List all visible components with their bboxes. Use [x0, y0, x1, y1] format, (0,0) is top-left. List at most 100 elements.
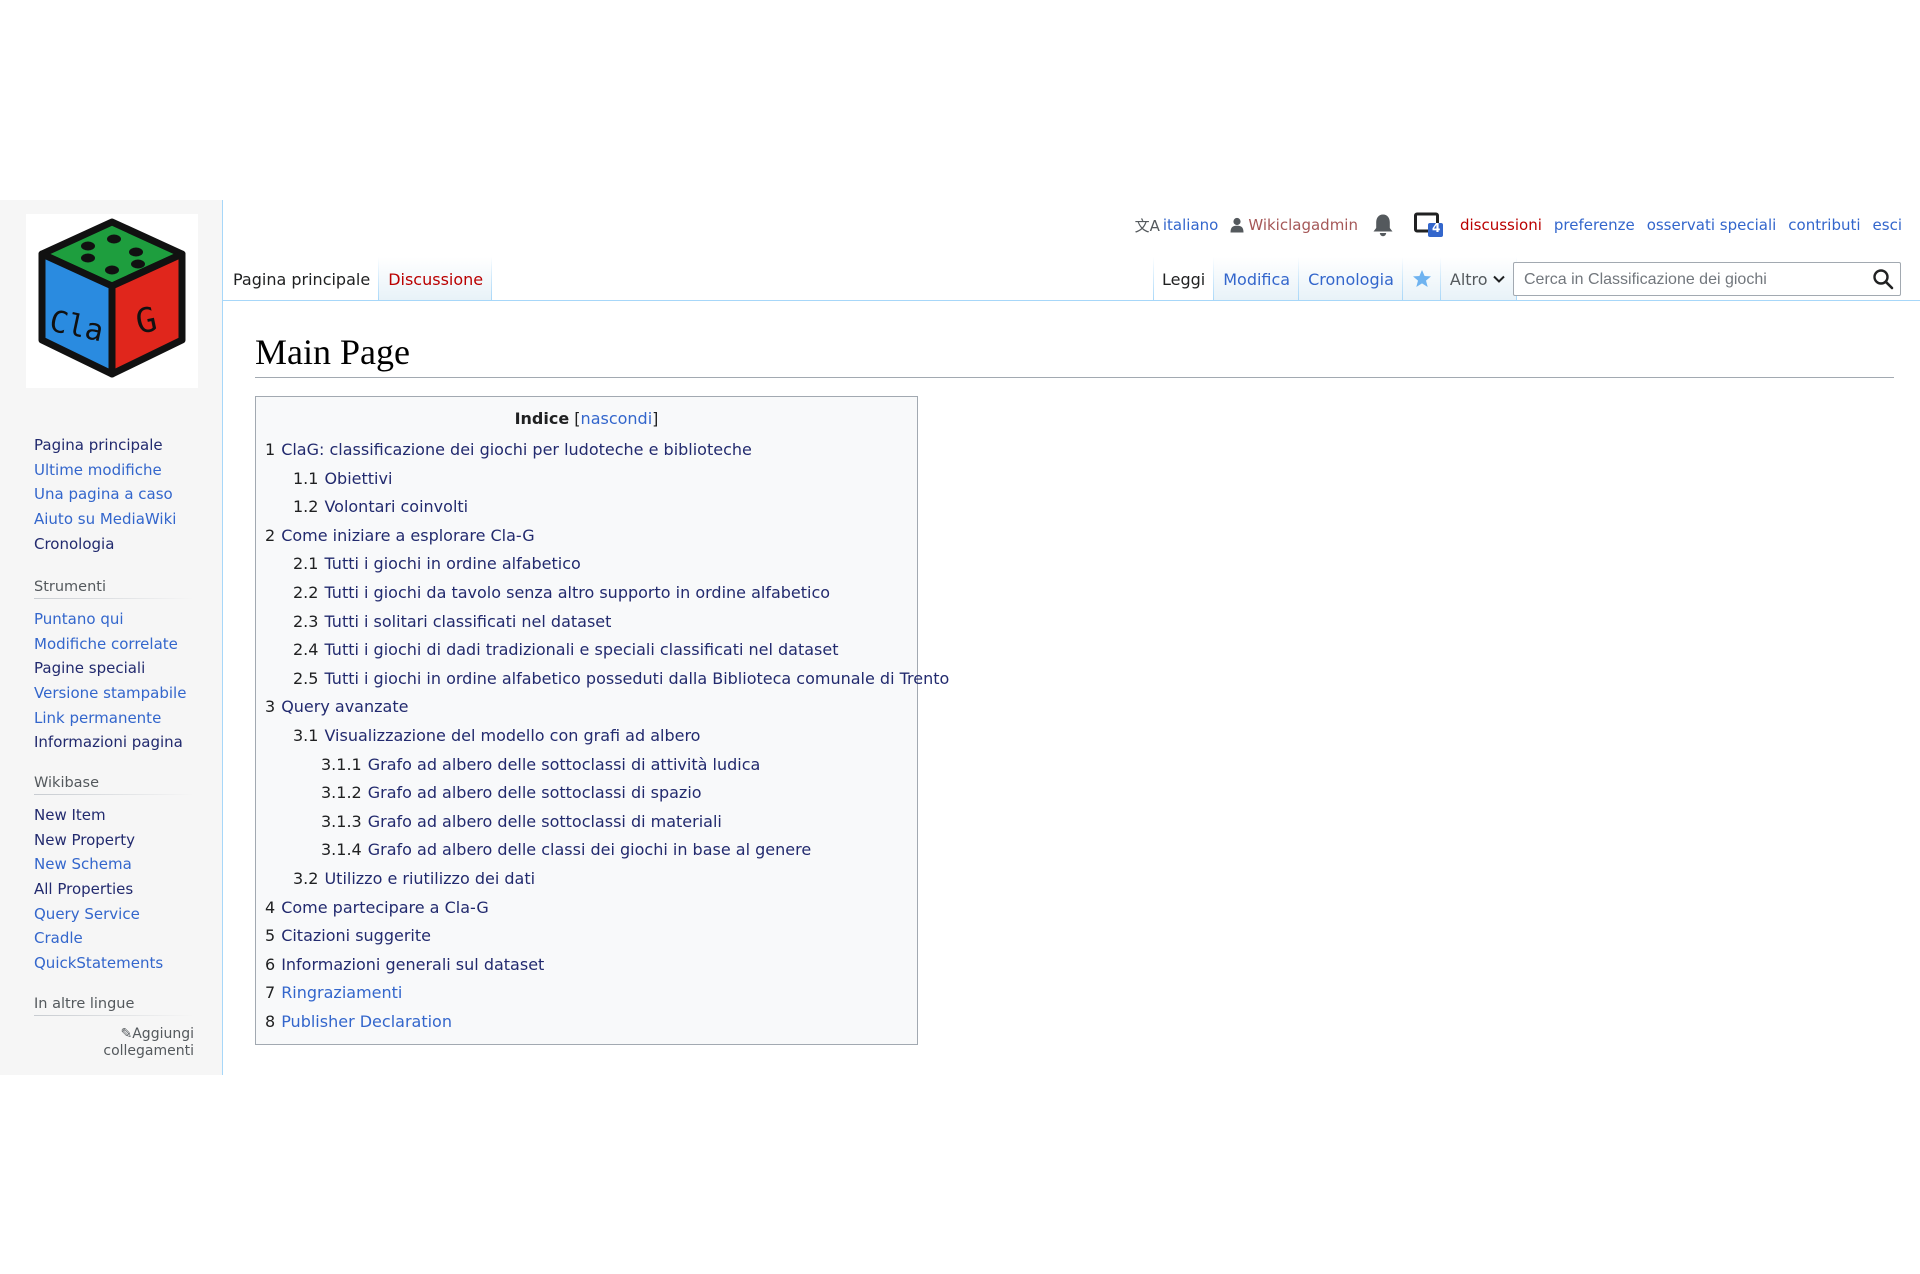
preferences-link[interactable]: preferenze — [1554, 216, 1635, 234]
toc-link[interactable]: Come iniziare a esplorare Cla-G — [281, 526, 535, 545]
toc-link[interactable]: Publisher Declaration — [281, 1012, 452, 1031]
toc-link[interactable]: Grafo ad albero delle classi dei giochi … — [368, 840, 811, 859]
toc-link[interactable]: Obiettivi — [324, 469, 392, 488]
tools-item[interactable]: Pagine speciali — [34, 658, 194, 683]
toc-item[interactable]: 3.1.1 Grafo ad albero delle sottoclassi d… — [321, 754, 760, 776]
toc-hide-toggle[interactable]: nascondi — [581, 409, 653, 428]
toc-item[interactable]: 3.1 Visualizzazione del modello con grafi… — [293, 725, 700, 747]
wikibase-item[interactable]: New Item — [34, 805, 194, 830]
tools-item[interactable]: Informazioni pagina — [34, 732, 194, 757]
wikibase-item[interactable]: All Properties — [34, 879, 194, 904]
tools-item[interactable]: Link permanente — [34, 708, 194, 733]
toc-item[interactable]: 3.2 Utilizzo e riutilizzo dei dati — [293, 868, 535, 890]
toc-item[interactable]: 2 Come iniziare a esplorare Cla-G — [265, 525, 535, 547]
tab-discussion[interactable]: Discussione — [379, 257, 492, 301]
watch-star-button[interactable] — [1403, 257, 1441, 301]
toc-link[interactable]: Come partecipare a Cla-G — [281, 898, 489, 917]
user-talk-link[interactable]: discussioni — [1460, 216, 1542, 234]
navigation-item[interactable]: Pagina principale — [34, 435, 194, 460]
search-icon[interactable] — [1872, 268, 1894, 290]
site-logo[interactable]: Cla G — [26, 214, 198, 388]
toc-item[interactable]: 3 Query avanzate — [265, 696, 408, 718]
wikibase-link[interactable]: Query Service — [34, 905, 140, 923]
tab-main-page[interactable]: Pagina principale — [224, 257, 379, 301]
toc-link[interactable]: Informazioni generali sul dataset — [281, 955, 544, 974]
toc-item[interactable]: 3.1.2 Grafo ad albero delle sottoclassi d… — [321, 782, 702, 804]
toc-link[interactable]: Tutti i giochi in ordine alfabetico — [324, 554, 580, 573]
toc-item[interactable]: 2.4 Tutti i giochi di dadi tradizionali e… — [293, 639, 839, 661]
more-menu[interactable]: Altro — [1441, 257, 1517, 301]
wikibase-link[interactable]: All Properties — [34, 880, 133, 898]
add-links[interactable]: ✎Aggiungi collegamenti — [34, 1026, 194, 1060]
toc-item[interactable]: 2.1 Tutti i giochi in ordine alfabetico — [293, 553, 581, 575]
toc-item[interactable]: 1.2 Volontari coinvolti — [293, 496, 468, 518]
navigation-item[interactable]: Ultime modifiche — [34, 460, 194, 485]
toc-link[interactable]: Visualizzazione del modello con grafi ad… — [324, 726, 700, 745]
toc-item[interactable]: 4 Come partecipare a Cla-G — [265, 897, 489, 919]
toc-item[interactable]: 2.5 Tutti i giochi in ordine alfabetico p… — [293, 668, 949, 690]
toc-link[interactable]: Grafo ad albero delle sottoclassi di spa… — [368, 783, 702, 802]
tab-read[interactable]: Leggi — [1153, 257, 1214, 301]
user-link[interactable]: Wikiclagadmin — [1230, 216, 1358, 234]
navigation-link[interactable]: Pagina principale — [34, 436, 163, 454]
toc-item[interactable]: 2.3 Tutti i solitari classificati nel dat… — [293, 611, 611, 633]
tools-link[interactable]: Informazioni pagina — [34, 733, 183, 751]
tools-item[interactable]: Puntano qui — [34, 609, 194, 634]
username[interactable]: Wikiclagadmin — [1248, 216, 1358, 234]
toc-link[interactable]: Query avanzate — [281, 697, 408, 716]
toc-link[interactable]: Citazioni suggerite — [281, 926, 431, 945]
notifications-notice-button[interactable]: 4 — [1413, 212, 1444, 238]
logout-link[interactable]: esci — [1873, 216, 1902, 234]
wikibase-link[interactable]: New Schema — [34, 855, 132, 873]
language-link[interactable]: italiano — [1163, 216, 1218, 234]
contributions-link[interactable]: contributi — [1788, 216, 1860, 234]
toc-link[interactable]: Grafo ad albero delle sottoclassi di mat… — [368, 812, 722, 831]
toc-item[interactable]: 7 Ringraziamenti — [265, 982, 402, 1004]
navigation-link[interactable]: Cronologia — [34, 535, 114, 553]
notifications-alert-button[interactable] — [1372, 213, 1394, 237]
toc-item[interactable]: 5 Citazioni suggerite — [265, 925, 431, 947]
tab-edit[interactable]: Modifica — [1214, 257, 1299, 301]
navigation-link[interactable]: Ultime modifiche — [34, 461, 162, 479]
toc-link[interactable]: Ringraziamenti — [281, 983, 402, 1002]
watchlist-link[interactable]: osservati speciali — [1647, 216, 1777, 234]
tools-item[interactable]: Versione stampabile — [34, 683, 194, 708]
toc-item[interactable]: 3.1.3 Grafo ad albero delle sottoclassi d… — [321, 811, 722, 833]
navigation-link[interactable]: Una pagina a caso — [34, 485, 173, 503]
navigation-item[interactable]: Una pagina a caso — [34, 484, 194, 509]
toc-link[interactable]: Tutti i solitari classificati nel datase… — [324, 612, 611, 631]
wikibase-item[interactable]: Cradle — [34, 928, 194, 953]
wikibase-item[interactable]: New Schema — [34, 854, 194, 879]
toc-item[interactable]: 1.1 Obiettivi — [293, 468, 392, 490]
wikibase-item[interactable]: Query Service — [34, 904, 194, 929]
toc-link[interactable]: Tutti i giochi in ordine alfabetico poss… — [324, 669, 949, 688]
navigation-link[interactable]: Aiuto su MediaWiki — [34, 510, 176, 528]
toc-link[interactable]: Grafo ad albero delle sottoclassi di att… — [368, 755, 761, 774]
toc-link[interactable]: Utilizzo e riutilizzo dei dati — [324, 869, 535, 888]
navigation-item[interactable]: Cronologia — [34, 534, 194, 559]
wikibase-link[interactable]: New Property — [34, 831, 135, 849]
wikibase-item[interactable]: New Property — [34, 830, 194, 855]
language-selector[interactable]: 文A italiano — [1135, 215, 1219, 236]
wikibase-link[interactable]: QuickStatements — [34, 954, 163, 972]
navigation-item[interactable]: Aiuto su MediaWiki — [34, 509, 194, 534]
tools-link[interactable]: Pagine speciali — [34, 659, 145, 677]
toc-link[interactable]: Tutti i giochi da tavolo senza altro sup… — [324, 583, 830, 602]
tools-link[interactable]: Versione stampabile — [34, 684, 186, 702]
toc-item[interactable]: 1 ClaG: classificazione dei giochi per lu… — [265, 439, 752, 461]
tools-link[interactable]: Puntano qui — [34, 610, 124, 628]
toc-item[interactable]: 8 Publisher Declaration — [265, 1011, 452, 1033]
search-input[interactable] — [1522, 264, 1856, 296]
wikibase-link[interactable]: Cradle — [34, 929, 83, 947]
tools-link[interactable]: Link permanente — [34, 709, 161, 727]
toc-link[interactable]: ClaG: classificazione dei giochi per lud… — [281, 440, 752, 459]
wikibase-link[interactable]: New Item — [34, 806, 106, 824]
tab-history[interactable]: Cronologia — [1299, 257, 1403, 301]
toc-item[interactable]: 2.2 Tutti i giochi da tavolo senza altro … — [293, 582, 830, 604]
toc-item[interactable]: 3.1.4 Grafo ad albero delle classi dei gi… — [321, 839, 811, 861]
tools-item[interactable]: Modifiche correlate — [34, 634, 194, 659]
toc-link[interactable]: Volontari coinvolti — [324, 497, 468, 516]
wikibase-item[interactable]: QuickStatements — [34, 953, 194, 978]
toc-link[interactable]: Tutti i giochi di dadi tradizionali e sp… — [324, 640, 838, 659]
tools-link[interactable]: Modifiche correlate — [34, 635, 178, 653]
